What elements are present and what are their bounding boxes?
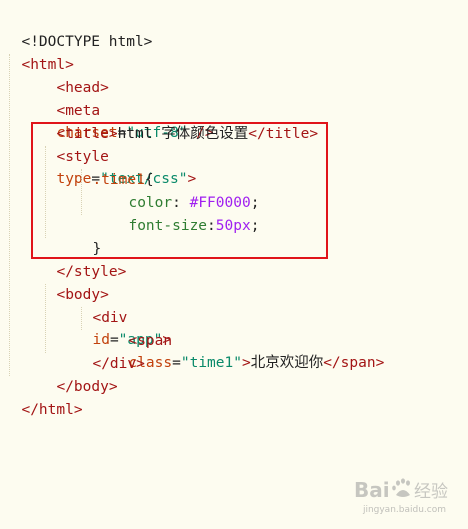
code-line-div-close: </div> <box>75 331 144 372</box>
indent-guide-body <box>45 284 46 353</box>
indent-guide-div <box>81 307 82 330</box>
code-line-doctype: <!DOCTYPE html> <box>4 9 152 50</box>
span-eq-token: = <box>172 355 181 371</box>
baidu-jingyan-logo: Bai 经验 <box>354 478 448 502</box>
code-line-title: <title>html 字体颜色设置</title> <box>39 101 318 142</box>
code-line-body-close: </body> <box>39 354 117 395</box>
code-line-html-open: <html> <box>4 32 73 73</box>
code-line-head-open: <head> <box>39 55 108 96</box>
code-line-div-open: <div id="app"> <box>75 285 171 348</box>
html-close-token: </html> <box>21 402 83 418</box>
span-open-suffix-token: > <box>241 355 251 371</box>
code-line-span: <span class="time1">北京欢迎你</span> <box>111 308 384 371</box>
baidu-jingyan-url: jingyan.baidu.com <box>362 505 446 515</box>
span-text-token: 北京欢迎你 <box>250 355 324 371</box>
code-line-html-close: </html> <box>4 377 82 418</box>
baidu-jingyan-watermark: Bai 经验 jingyan.baidu.com <box>352 475 452 515</box>
code-line-meta: <meta charset="utf-8" /> <box>39 78 213 141</box>
svg-text:经验: 经验 <box>414 482 448 502</box>
code-line-body-open: <body> <box>39 262 108 303</box>
style-block-highlight-box <box>31 122 328 259</box>
svg-text:Bai: Bai <box>354 478 390 502</box>
span-close-token: </span> <box>323 355 385 371</box>
span-val-token: "time1" <box>180 355 242 371</box>
indent-guide-html <box>9 54 10 376</box>
